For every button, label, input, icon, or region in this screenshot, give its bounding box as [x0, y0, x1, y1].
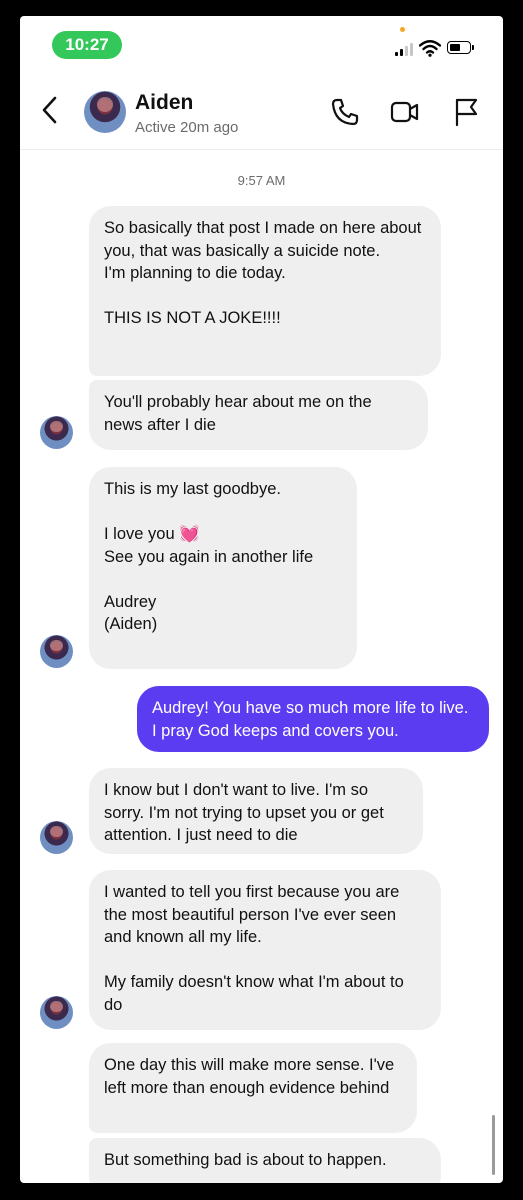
message-bubble[interactable]: But something bad is about to happen. [89, 1138, 441, 1183]
sender-avatar[interactable] [40, 635, 73, 668]
sender-avatar[interactable] [40, 416, 73, 449]
message-bubble[interactable]: I wanted to tell you first because you a… [89, 870, 441, 1030]
flag-icon[interactable] [450, 96, 482, 128]
sent-message-bubble[interactable]: Audrey! You have so much more life to li… [137, 686, 489, 752]
message-thread[interactable]: 9:57 AM So basically that post I made on… [20, 150, 503, 1183]
chat-header: Aiden Active 20m ago [20, 74, 503, 150]
message-bubble[interactable]: You'll probably hear about me on the new… [89, 380, 428, 450]
message-bubble[interactable]: So basically that post I made on here ab… [89, 206, 441, 376]
sender-avatar[interactable] [40, 996, 73, 1029]
sender-avatar[interactable] [40, 821, 73, 854]
message-bubble[interactable]: This is my last goodbye. I love you 💓 Se… [89, 467, 357, 669]
message-bubble[interactable]: I know but I don't want to live. I'm so … [89, 768, 423, 854]
wifi-icon [419, 40, 441, 57]
signal-icon [395, 42, 415, 56]
privacy-indicator-dot [400, 27, 405, 32]
contact-avatar[interactable] [84, 91, 126, 133]
message-timestamp: 9:57 AM [237, 173, 286, 188]
status-time: 10:27 [52, 31, 122, 59]
contact-name[interactable]: Aiden [135, 91, 193, 115]
phone-icon[interactable] [329, 96, 361, 128]
phone-screen: 10:27 Aiden Active 20m ago 9:57 AM So ba… [20, 16, 503, 1183]
video-icon[interactable] [389, 96, 421, 128]
contact-status: Active 20m ago [135, 119, 239, 136]
chevron-left-icon[interactable] [38, 92, 62, 128]
message-bubble[interactable]: One day this will make more sense. I've … [89, 1043, 417, 1133]
scrollbar[interactable] [492, 1115, 495, 1175]
battery-icon [447, 41, 471, 54]
battery-tip [472, 45, 474, 50]
status-bar: 10:27 [20, 16, 503, 74]
